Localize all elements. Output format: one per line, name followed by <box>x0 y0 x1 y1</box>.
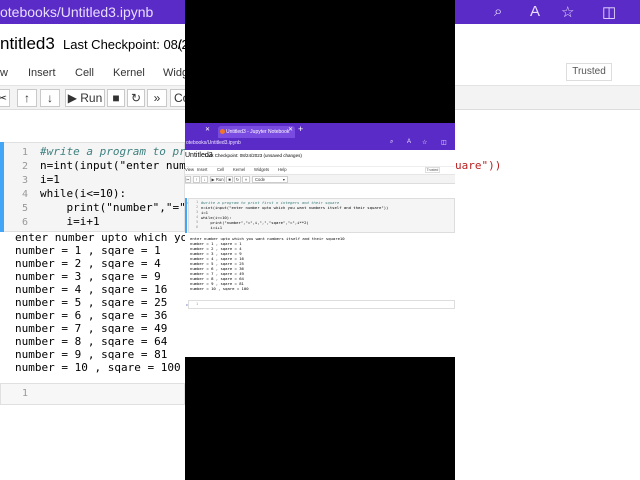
background-code-line: n=int(input("enter number <box>40 159 206 172</box>
background-trusted-badge: Trusted <box>566 63 612 81</box>
background-restart-icon: ↻ <box>127 89 145 107</box>
cell-focus-bar <box>185 198 187 233</box>
close-icon[interactable]: ✕ <box>205 126 210 133</box>
background-run-button: ▶ Run <box>65 89 105 107</box>
background-move-down-icon: ↓ <box>40 89 60 107</box>
new-tab-icon[interactable]: + <box>298 124 303 134</box>
background-read-aloud-icon: A <box>530 3 541 20</box>
background-line-number: 6 <box>22 217 29 228</box>
fast-forward-icon[interactable]: » <box>242 176 250 183</box>
restart-icon[interactable]: ↻ <box>234 176 241 183</box>
background-output-line: number = 1 , sqare = 1 <box>15 244 161 257</box>
background-notebook-title: ntitled3 <box>0 34 55 53</box>
background-output-line: number = 6 , sqare = 36 <box>15 309 168 322</box>
tab-untitled3[interactable]: Untitled3 - Jupyter Notebook <box>218 126 295 138</box>
move-up-icon[interactable]: ↑ <box>193 176 200 183</box>
background-url: otebooks/Untitled3.ipynb <box>0 4 154 20</box>
code-line: i=i+1 <box>201 225 223 230</box>
background-output-line: number = 8 , sqare = 64 <box>15 335 168 348</box>
output-line: number = 10 , sqare = 100 <box>190 286 249 291</box>
empty-code-cell[interactable] <box>188 300 455 309</box>
menu-insert[interactable]: Insert <box>197 167 207 172</box>
stop-icon[interactable]: ■ <box>226 176 233 183</box>
background-output-line: number = 5 , sqare = 25 <box>15 296 168 309</box>
run-button[interactable]: ▶ Run <box>210 176 225 183</box>
line-number: 2 <box>196 205 199 209</box>
close-icon[interactable]: ✕ <box>288 126 293 133</box>
background-line-number: 1 <box>22 388 29 399</box>
background-code-line: i=1 <box>40 173 60 186</box>
tab-title: Untitled3 - Jupyter Notebook <box>226 129 290 135</box>
background-line-number: 1 <box>22 147 29 158</box>
search-icon[interactable]: ⌕ <box>390 139 393 146</box>
star-icon[interactable]: ☆ <box>422 139 427 146</box>
background-fast-forward-icon: » <box>147 89 167 107</box>
background-output-line: number = 3 , sqare = 9 <box>15 270 161 283</box>
background-menu-insert: Insert <box>28 67 56 79</box>
menu-kernel[interactable]: Kernel <box>233 167 245 172</box>
background-code-line: while(i<=10): <box>40 187 127 200</box>
background-output-line: number = 7 , sqare = 49 <box>15 322 168 335</box>
menu-cell[interactable]: Cell <box>217 167 224 172</box>
trusted-badge[interactable]: Trusted <box>425 167 440 173</box>
address-text[interactable]: otebooks/Untitled3.ipynb <box>186 140 241 146</box>
line-number: 1 <box>196 200 199 204</box>
browser-window: ✕ Untitled3 - Jupyter Notebook ✕ + otebo… <box>185 123 455 357</box>
background-move-up-icon: ↑ <box>17 89 37 107</box>
background-output-line: enter number upto which you wa <box>15 231 214 244</box>
background-stop-icon: ■ <box>107 89 125 107</box>
background-menu-kernel: Kernel <box>113 67 145 79</box>
line-number: 4 <box>196 215 199 219</box>
background-code-line: print("number","=",i, <box>40 201 206 214</box>
split-screen-icon[interactable]: ◫ <box>441 139 447 146</box>
read-aloud-icon[interactable]: A <box>407 139 411 145</box>
background-menu-cell: Cell <box>75 67 94 79</box>
background-code-line: #write a program to print <box>40 145 206 158</box>
menu-widgets[interactable]: Widgets <box>254 167 269 172</box>
background-search-icon: ⌕ <box>494 3 503 20</box>
background-line-number: 5 <box>22 203 29 214</box>
code-line: n=int(input("enter number upto which you… <box>201 205 389 210</box>
background-output-line: number = 2 , sqare = 4 <box>15 257 161 270</box>
background-code-right-fragment: uare")) <box>455 159 502 172</box>
background-cell-focus-bar <box>0 142 4 232</box>
line-number: 1 <box>196 302 199 306</box>
background-cut-icon: ✂ <box>0 89 10 107</box>
background-output-line: number = 9 , sqare = 81 <box>15 348 168 361</box>
background-line-number: 2 <box>22 161 29 172</box>
line-number: 5 <box>196 220 199 224</box>
background-star-icon: ☆ <box>561 4 575 21</box>
checkpoint-status: Last Checkpoint: 08/24/2023 (unsaved cha… <box>205 153 302 158</box>
menu-help[interactable]: Help <box>278 167 287 172</box>
jupyter-favicon-icon <box>220 129 225 134</box>
menu-view[interactable]: View <box>185 167 194 172</box>
background-line-number: 4 <box>22 189 29 200</box>
background-checkpoint-tail: ( <box>178 37 183 52</box>
background-code-line: i=i+1 <box>40 215 100 228</box>
line-number: 6 <box>196 225 199 229</box>
background-menu-view: w <box>0 67 8 79</box>
background-output-line: number = 4 , sqare = 16 <box>15 283 168 296</box>
background-split-icon: ◫ <box>602 4 617 21</box>
background-line-number: 3 <box>22 175 29 186</box>
background-output-line: number = 10 , sqare = 100 <box>15 361 181 374</box>
move-down-icon[interactable]: ↓ <box>201 176 208 183</box>
menubar <box>185 166 455 175</box>
line-number: 3 <box>196 210 199 214</box>
cell-type-select[interactable]: Code ▾ <box>252 176 288 183</box>
cut-icon[interactable]: ✂ <box>185 176 191 183</box>
